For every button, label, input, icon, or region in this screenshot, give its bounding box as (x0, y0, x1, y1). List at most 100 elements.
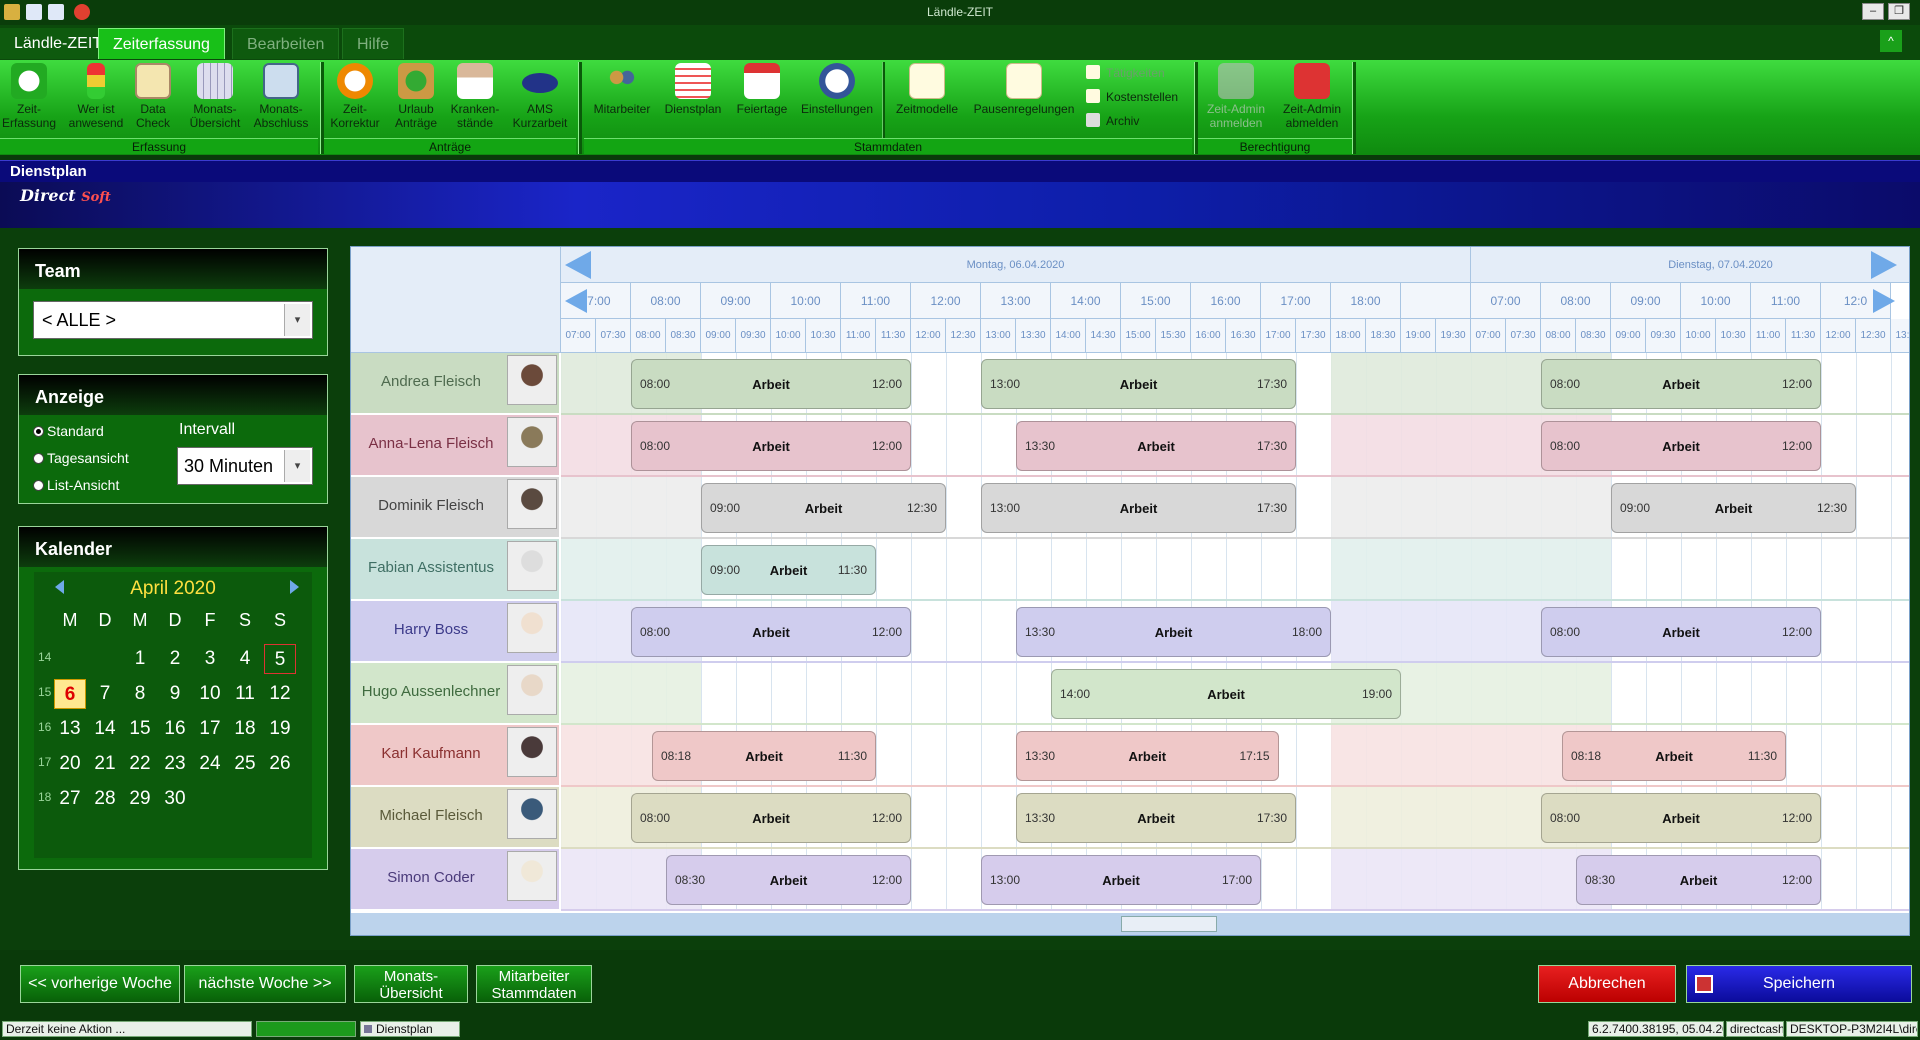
shift-appointment[interactable]: 08:18 Arbeit 11:30 (1562, 731, 1786, 781)
zeit-admin-abmelden-button[interactable]: Zeit-Admin abmelden (1278, 63, 1346, 138)
shift-appointment[interactable]: 09:00 Arbeit 12:30 (701, 483, 946, 533)
save-button[interactable]: Speichern (1686, 965, 1912, 1003)
team-select[interactable]: < ALLE > ▾ (33, 301, 313, 339)
next-month-icon[interactable] (290, 580, 306, 594)
monats-uebersicht-button[interactable]: Monats- Übersicht (186, 63, 244, 138)
shift-appointment[interactable]: 08:00 Arbeit 12:00 (631, 359, 911, 409)
calendar-day[interactable]: 9 (159, 679, 191, 709)
ams-kurzarbeit-button[interactable]: AMS Kurzarbeit (508, 63, 572, 138)
data-check-button[interactable]: Data Check (132, 63, 174, 138)
shift-appointment[interactable]: 09:00 Arbeit 12:30 (1611, 483, 1856, 533)
calendar-day[interactable]: 23 (159, 749, 191, 779)
calendar-day[interactable]: 19 (264, 714, 296, 744)
zeit-korrektur-button[interactable]: Zeit- Korrektur (326, 63, 384, 138)
prev-week-button[interactable]: << vorherige Woche (20, 965, 180, 1003)
calendar-day[interactable]: 17 (194, 714, 226, 744)
calendar-day[interactable]: 24 (194, 749, 226, 779)
calendar-day[interactable]: 5 (264, 644, 296, 674)
calendar-day[interactable]: 28 (89, 784, 121, 814)
calendar-day[interactable]: 6 (54, 679, 86, 709)
cancel-button[interactable]: Abbrechen (1538, 965, 1676, 1003)
monats-abschluss-button[interactable]: Monats- Abschluss (250, 63, 312, 138)
shift-appointment[interactable]: 13:00 Arbeit 17:00 (981, 855, 1261, 905)
next-day-icon[interactable] (1871, 251, 1897, 279)
next-week-button[interactable]: nächste Woche >> (184, 965, 346, 1003)
employee-row-header[interactable]: Michael Fleisch (351, 787, 559, 849)
mitarbeiter-button[interactable]: Mitarbeiter (590, 63, 654, 138)
shift-appointment[interactable]: 13:30 Arbeit 17:30 (1016, 793, 1296, 843)
calendar-day[interactable]: 14 (89, 714, 121, 744)
maximize-button[interactable]: ❐ (1888, 3, 1910, 20)
mitarbeiter-stammdaten-button[interactable]: Mitarbeiter Stammdaten (476, 965, 592, 1003)
zeitmodelle-button[interactable]: Zeitmodelle (892, 63, 962, 138)
horizontal-scrollbar[interactable] (351, 913, 1909, 935)
scroll-right-icon[interactable] (1873, 289, 1895, 313)
calendar-day[interactable]: 10 (194, 679, 226, 709)
shift-appointment[interactable]: 08:00 Arbeit 12:00 (631, 421, 911, 471)
calendar-day[interactable]: 27 (54, 784, 86, 814)
employee-row-header[interactable]: Harry Boss (351, 601, 559, 663)
tab-hilfe[interactable]: Hilfe (342, 28, 405, 59)
calendar-day[interactable]: 29 (124, 784, 156, 814)
einstellungen-button[interactable]: Einstellungen (798, 63, 876, 138)
employee-row-header[interactable]: Simon Coder (351, 849, 559, 911)
calendar-day[interactable]: 18 (229, 714, 261, 744)
feiertage-button[interactable]: Feiertage (732, 63, 792, 138)
calendar-day[interactable]: 26 (264, 749, 296, 779)
scrollbar-thumb[interactable] (1121, 916, 1217, 932)
employee-row-header[interactable]: Hugo Aussenlechner (351, 663, 559, 725)
shift-appointment[interactable]: 13:30 Arbeit 17:30 (1016, 421, 1296, 471)
monats-uebersicht-bottom-button[interactable]: Monats- Übersicht (354, 965, 468, 1003)
tab-zeiterfassung[interactable]: Zeiterfassung (98, 28, 225, 59)
calendar-day[interactable]: 16 (159, 714, 191, 744)
radio-standard[interactable]: Standard (33, 423, 104, 439)
pausenregelungen-button[interactable]: Pausenregelungen (972, 63, 1076, 138)
radio-list-ansicht[interactable]: List-Ansicht (33, 477, 119, 493)
zeit-erfassung-button[interactable]: Zeit- Erfassung (0, 63, 58, 138)
urlaub-antraege-button[interactable]: Urlaub Anträge (390, 63, 442, 138)
calendar-day[interactable]: 15 (124, 714, 156, 744)
shift-appointment[interactable]: 08:30 Arbeit 12:00 (666, 855, 911, 905)
zeit-admin-anmelden-button[interactable]: Zeit-Admin anmelden (1200, 63, 1272, 138)
archiv-button[interactable]: Archiv (1086, 111, 1139, 131)
shift-appointment[interactable]: 13:00 Arbeit 17:30 (981, 483, 1296, 533)
shift-appointment[interactable]: 14:00 Arbeit 19:00 (1051, 669, 1401, 719)
calendar-day[interactable]: 7 (89, 679, 121, 709)
ribbon-collapse-icon[interactable]: ^ (1880, 30, 1902, 52)
calendar-day[interactable]: 25 (229, 749, 261, 779)
minimize-button[interactable]: – (1862, 3, 1884, 20)
shift-appointment[interactable]: 13:30 Arbeit 18:00 (1016, 607, 1331, 657)
shift-appointment[interactable]: 09:00 Arbeit 11:30 (701, 545, 876, 595)
calendar-day[interactable]: 11 (229, 679, 261, 709)
calendar-day[interactable]: 13 (54, 714, 86, 744)
shift-appointment[interactable]: 08:00 Arbeit 12:00 (1541, 607, 1821, 657)
employee-row-header[interactable]: Karl Kaufmann (351, 725, 559, 787)
employee-row-header[interactable]: Fabian Assistentus (351, 539, 559, 601)
shift-appointment[interactable]: 08:00 Arbeit 12:00 (631, 793, 911, 843)
tab-bearbeiten[interactable]: Bearbeiten (232, 28, 340, 59)
dienstplan-button[interactable]: Dienstplan (662, 63, 724, 138)
shift-appointment[interactable]: 08:30 Arbeit 12:00 (1576, 855, 1821, 905)
calendar-day[interactable]: 30 (159, 784, 191, 814)
calendar-day[interactable]: 21 (89, 749, 121, 779)
shift-appointment[interactable]: 08:18 Arbeit 11:30 (652, 731, 876, 781)
intervall-select[interactable]: 30 Minuten ▾ (177, 447, 313, 485)
calendar-day[interactable]: 1 (124, 644, 156, 674)
radio-tagesansicht[interactable]: Tagesansicht (33, 450, 129, 466)
shift-appointment[interactable]: 08:00 Arbeit 12:00 (1541, 793, 1821, 843)
employee-row-header[interactable]: Dominik Fleisch (351, 477, 559, 539)
shift-appointment[interactable]: 08:00 Arbeit 12:00 (631, 607, 911, 657)
scroll-left-icon[interactable] (565, 289, 587, 313)
calendar-day[interactable]: 3 (194, 644, 226, 674)
wer-ist-anwesend-button[interactable]: Wer ist anwesend (66, 63, 126, 138)
calendar-day[interactable]: 12 (264, 679, 296, 709)
employee-row-header[interactable]: Anna-Lena Fleisch (351, 415, 559, 477)
employee-row-header[interactable]: Andrea Fleisch (351, 353, 559, 415)
calendar-day[interactable]: 4 (229, 644, 261, 674)
calendar-day[interactable]: 2 (159, 644, 191, 674)
calendar-day[interactable]: 22 (124, 749, 156, 779)
krankenstaende-button[interactable]: Kranken- stände (450, 63, 500, 138)
shift-appointment[interactable]: 08:00 Arbeit 12:00 (1541, 359, 1821, 409)
prev-day-icon[interactable] (565, 251, 591, 279)
kostenstellen-button[interactable]: Kostenstellen (1086, 87, 1178, 107)
